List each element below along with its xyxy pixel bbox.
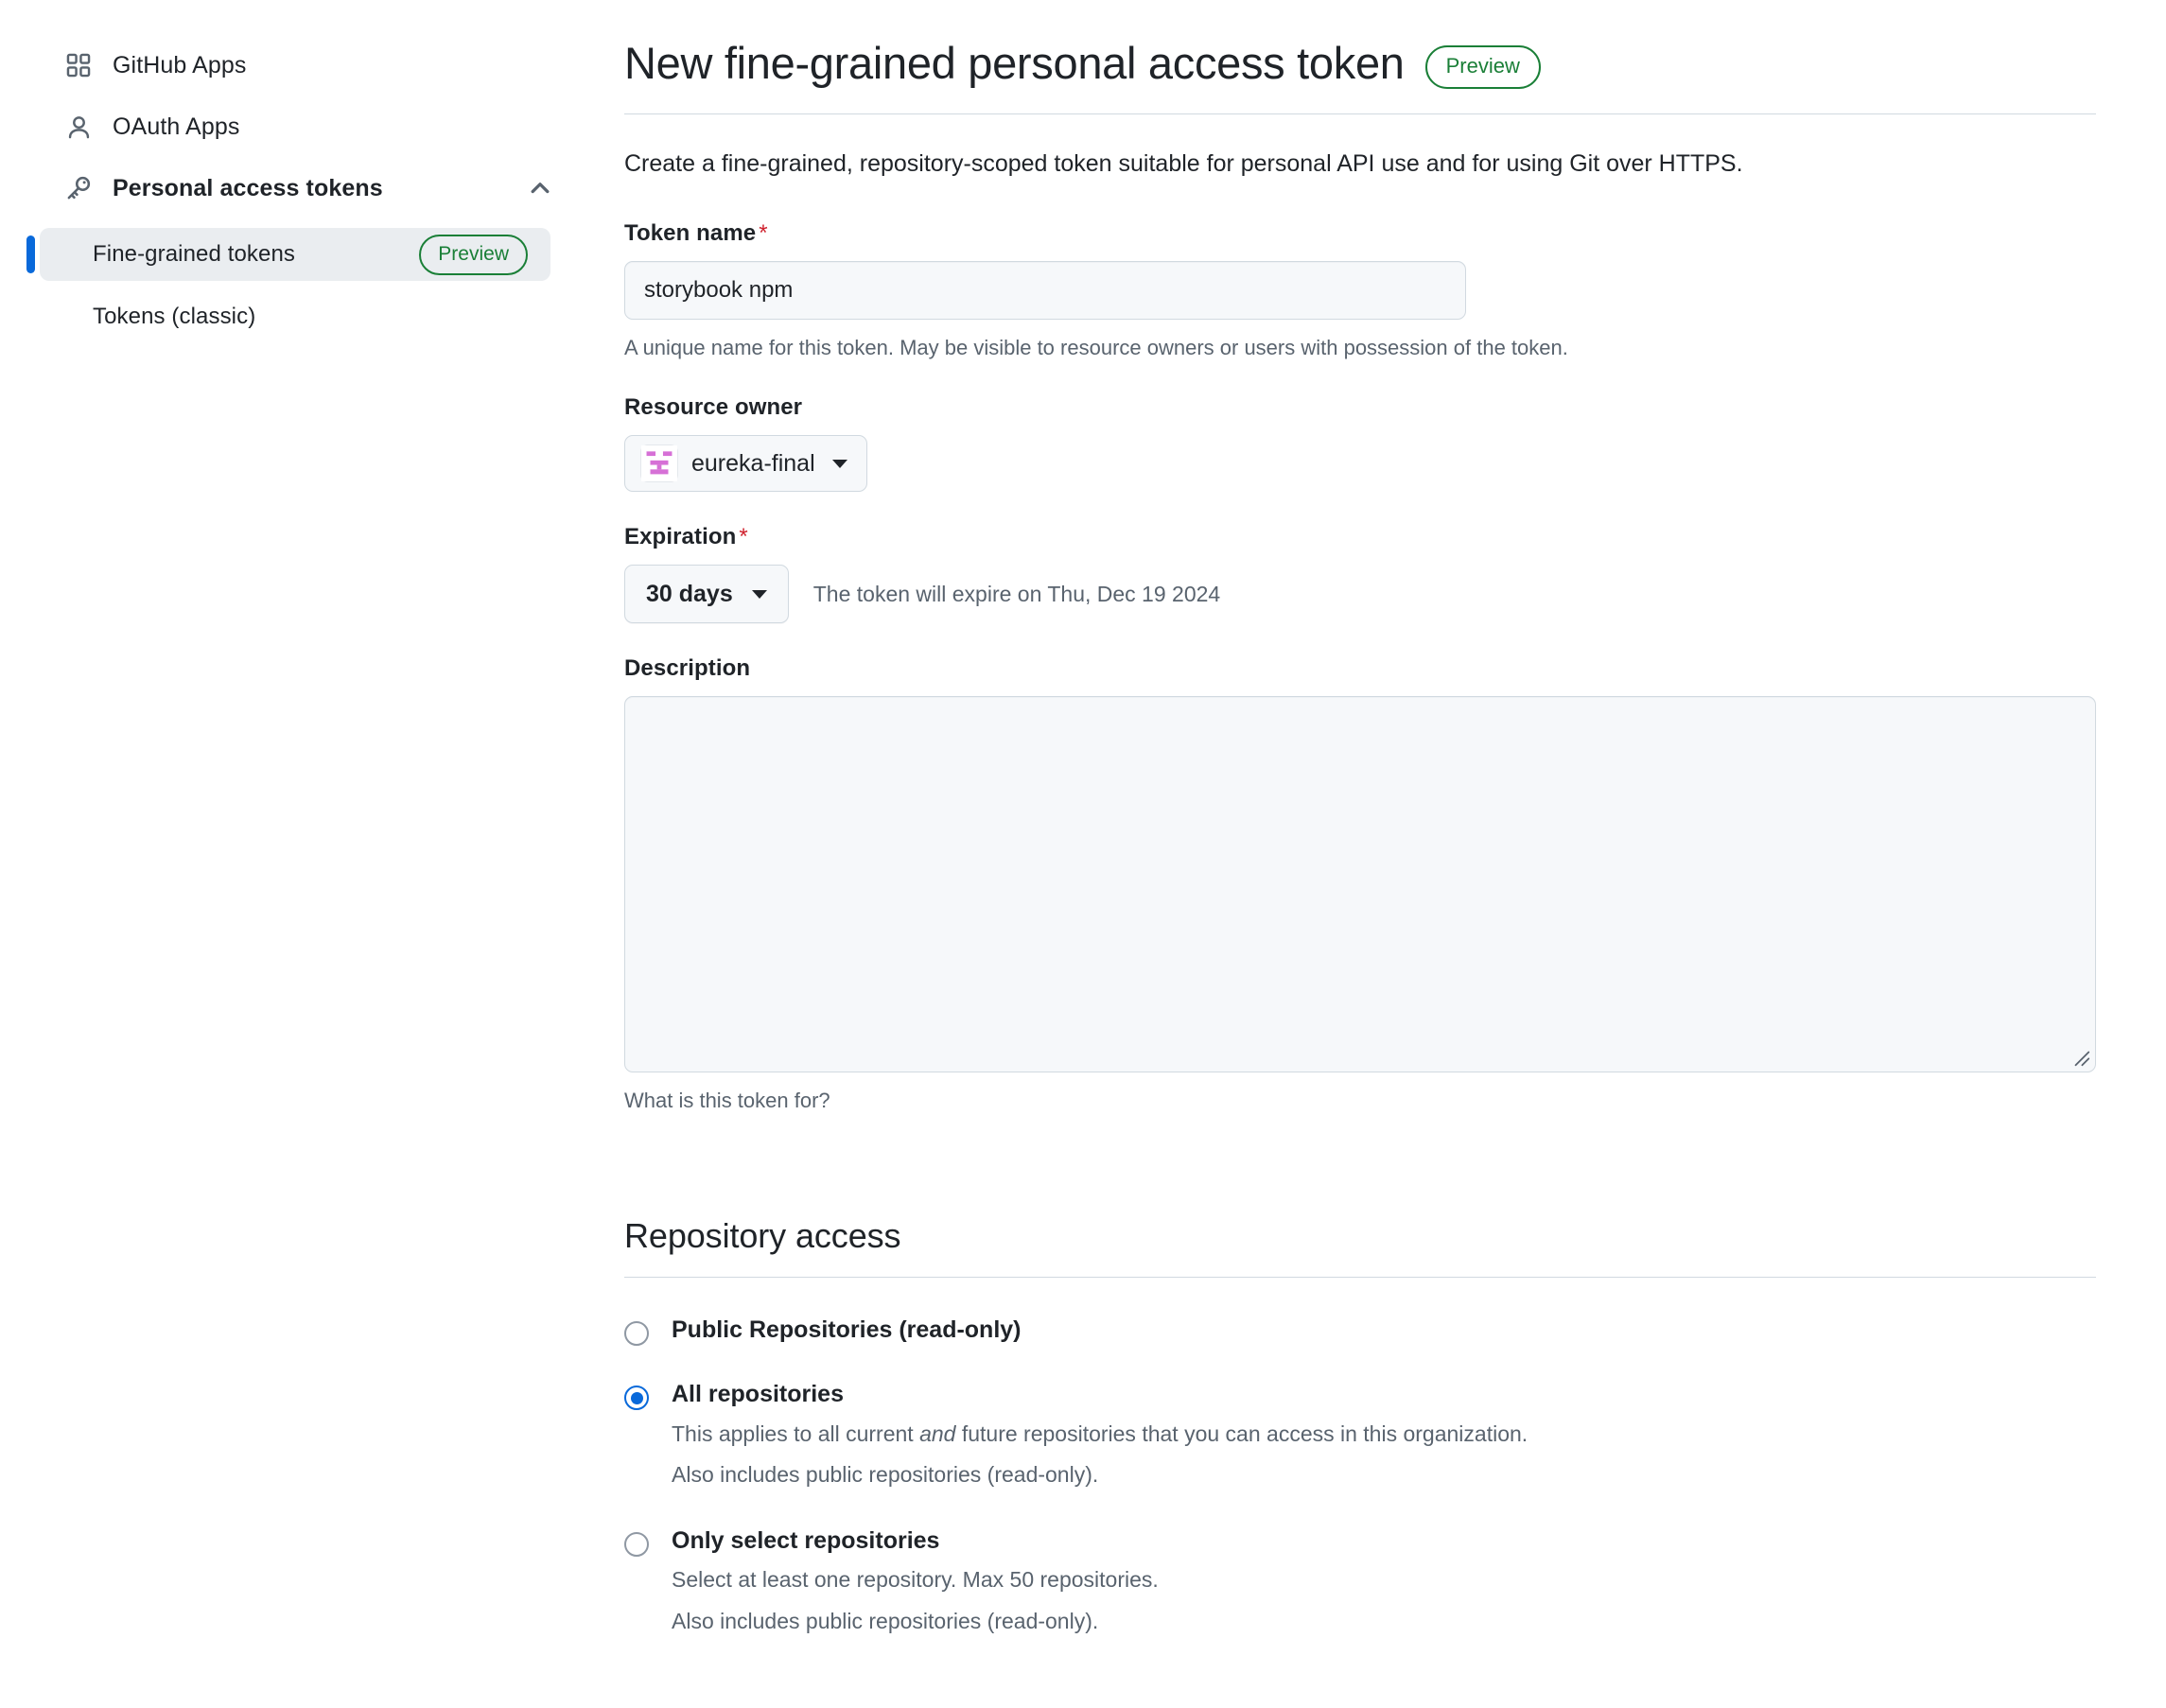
sidebar-subitem-label: Tokens (classic) bbox=[93, 304, 256, 329]
description-label: Description bbox=[624, 655, 751, 682]
desc-part-post: future repositories that you can access … bbox=[955, 1420, 1528, 1446]
apps-grid-icon bbox=[64, 51, 93, 79]
radio-option-body: Only select repositories Select at least… bbox=[672, 1526, 2132, 1639]
required-asterisk: * bbox=[739, 524, 748, 550]
sidebar-item-personal-access-tokens[interactable]: Personal access tokens bbox=[40, 166, 624, 210]
expiration-note: The token will expire on Thu, Dec 19 202… bbox=[812, 581, 1221, 606]
radio-option-label: Only select repositories bbox=[672, 1526, 940, 1554]
description-help: What is this token for? bbox=[624, 1089, 830, 1113]
expiration-label: Expiration * bbox=[624, 524, 2132, 550]
resource-owner-select[interactable]: eureka-final bbox=[624, 435, 867, 493]
radio-option-description-line2: Also includes public repositories (read-… bbox=[672, 1462, 1099, 1488]
radio-button[interactable] bbox=[624, 1531, 649, 1557]
sidebar-subitem-label: Fine-grained tokens bbox=[93, 241, 296, 267]
chevron-down-icon bbox=[831, 459, 847, 468]
radio-option-description-line2: Also includes public repositories (read-… bbox=[672, 1608, 1099, 1633]
desc-part-emphasis: and bbox=[919, 1420, 956, 1446]
description-textarea[interactable] bbox=[624, 696, 2096, 1073]
radio-button[interactable] bbox=[624, 1386, 649, 1411]
main-content: New fine-grained personal access token P… bbox=[624, 0, 2166, 1708]
settings-sidebar: GitHub Apps OAuth Apps Personal access t… bbox=[0, 0, 624, 1708]
desc-part-pre: This applies to all current bbox=[672, 1420, 920, 1446]
page-header: New fine-grained personal access token P… bbox=[624, 38, 2096, 115]
resource-owner-value: eureka-final bbox=[691, 449, 815, 477]
resource-owner-label: Resource owner bbox=[624, 394, 803, 421]
status-badge-preview: Preview bbox=[1424, 45, 1541, 90]
chevron-up-icon[interactable] bbox=[528, 176, 552, 200]
radio-option-description: Select at least one repository. Max 50 r… bbox=[672, 1567, 1159, 1593]
sidebar-item-label: Personal access tokens bbox=[113, 175, 383, 201]
description-field-group: Description What is this token for? bbox=[624, 655, 2132, 1116]
token-name-value: storybook npm bbox=[644, 276, 794, 303]
radio-option-label: All repositories bbox=[672, 1381, 844, 1408]
active-indicator bbox=[26, 235, 35, 273]
expiration-label-text: Expiration bbox=[624, 524, 737, 550]
sidebar-subnav: Fine-grained tokens Preview Tokens (clas… bbox=[26, 228, 624, 343]
radio-option-body: All repositories This applies to all cur… bbox=[672, 1380, 2132, 1492]
person-icon bbox=[64, 113, 93, 141]
resize-handle[interactable] bbox=[2070, 1047, 2091, 1068]
expiration-row: 30 days The token will expire on Thu, De… bbox=[624, 565, 2132, 624]
key-icon bbox=[64, 174, 93, 202]
sidebar-item-oauth-apps[interactable]: OAuth Apps bbox=[40, 105, 624, 148]
token-name-label: Token name * bbox=[624, 220, 2132, 247]
expiration-value: 30 days bbox=[646, 580, 733, 607]
radio-button[interactable] bbox=[624, 1321, 649, 1347]
sidebar-item-label: OAuth Apps bbox=[113, 113, 240, 140]
status-badge-preview: Preview bbox=[419, 234, 528, 275]
expiration-field-group: Expiration * 30 days The token will expir… bbox=[624, 524, 2132, 624]
repository-access-heading: Repository access bbox=[624, 1216, 2096, 1279]
radio-option-body: Public Repositories (read-only) bbox=[672, 1316, 2132, 1345]
required-asterisk: * bbox=[759, 219, 768, 246]
chevron-down-icon bbox=[751, 589, 767, 599]
avatar bbox=[640, 444, 678, 483]
page-intro-text: Create a fine-grained, repository-scoped… bbox=[624, 150, 1743, 178]
page-title: New fine-grained personal access token bbox=[624, 38, 1405, 88]
radio-option-description: This applies to all current and future r… bbox=[672, 1418, 2132, 1452]
sidebar-item-label: GitHub Apps bbox=[113, 52, 247, 78]
identicon-avatar-icon bbox=[641, 445, 677, 482]
radio-option-label: Public Repositories (read-only) bbox=[672, 1316, 1022, 1344]
sidebar-item-fine-grained-tokens[interactable]: Fine-grained tokens Preview bbox=[26, 228, 550, 281]
sidebar-item-tokens-classic[interactable]: Tokens (classic) bbox=[40, 290, 550, 343]
token-name-help: A unique name for this token. May be vis… bbox=[624, 335, 1568, 359]
token-name-label-text: Token name bbox=[624, 219, 757, 246]
expiration-select[interactable]: 30 days bbox=[624, 565, 789, 624]
radio-option-only-select-repositories[interactable]: Only select repositories Select at least… bbox=[624, 1526, 2132, 1639]
repository-access-radio-group: Public Repositories (read-only) All repo… bbox=[624, 1316, 2132, 1638]
resource-owner-field-group: Resource owner eureka-final bbox=[624, 394, 2132, 493]
radio-option-all-repositories[interactable]: All repositories This applies to all cur… bbox=[624, 1380, 2132, 1492]
token-name-input[interactable]: storybook npm bbox=[624, 260, 1466, 320]
radio-option-public-repositories[interactable]: Public Repositories (read-only) bbox=[624, 1316, 2132, 1347]
sidebar-item-github-apps[interactable]: GitHub Apps bbox=[40, 44, 624, 87]
token-name-field-group: Token name * storybook npm A unique name … bbox=[624, 220, 2132, 363]
settings-page: GitHub Apps OAuth Apps Personal access t… bbox=[0, 0, 2166, 1708]
